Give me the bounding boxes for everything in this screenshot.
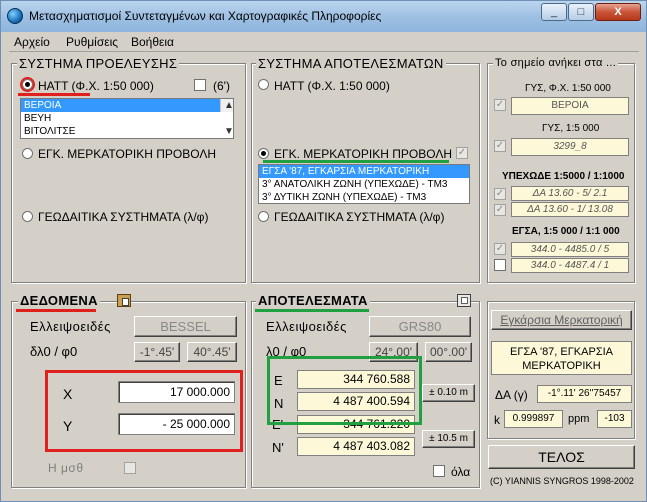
gys5-checkbox[interactable]: ✓ [494,140,506,152]
window-title: Μετασχηματισμοί Συντεταγμένων και Χαρτογ… [29,9,382,23]
dg-field: -1°.11' 26''75457 [537,385,632,403]
source-geo-label: ΓΕΩΔΑΙΤΙΚΑ ΣΥΣΤΗΜΑΤΑ (λ/φ) [38,210,209,224]
list-item[interactable]: 3° ΔΥΤΙΚΗ ΖΩΝΗ (ΥΠΕΧΩΔΕ) - ΤΜ3 [259,191,469,203]
data-ellipsoid-label: Ελλειψοειδές [30,319,111,334]
green-highlight-box [267,356,422,425]
accuracy-button-1[interactable]: ± 0.10 m [422,384,475,402]
six-minute-checkbox[interactable] [194,79,206,91]
green-underline [255,309,369,312]
data-ellipsoid-button[interactable]: BESSEL [134,316,237,337]
source-system-title: ΣΥΣΤΗΜΑ ΠΡΟΕΛΕΥΣΗΣ [17,56,180,71]
globe-icon [7,8,23,24]
all-label: όλα [451,465,471,479]
list-item[interactable]: ΕΓΣΑ '87, ΕΓΚΑΡΣΙΑ ΜΕΡΚΑΤΟΡΙΚΗ [259,165,469,178]
egsa-label: ΕΓΣΑ, 1:5 000 / 1:1 000 [512,226,620,237]
h-checkbox[interactable] [124,462,136,474]
ypexode-checkbox-2[interactable]: ✓ [494,204,506,216]
red-underline [16,309,96,312]
data-dl-label: δλ0 / φ0 [30,344,78,359]
x-label: X [63,386,73,402]
ppm-field: -103 [597,410,632,428]
menu-settings[interactable]: Ρυθμίσεις [66,35,118,49]
exit-button[interactable]: ΤΕΛΟΣ [488,445,635,469]
menu-bar: Αρχείο Ρυθμίσεις Βοήθεια [9,32,639,52]
k-label: k [494,413,500,427]
ypexode-field-1: ΔΑ 13.60 - 5/ 2.1 [511,186,629,201]
minimize-button[interactable]: _ [541,3,567,21]
gys50-checkbox[interactable]: ✓ [494,99,506,111]
source-sheet-list[interactable]: ΒΕΡΟΙΑ ΒΕΥΗ ΒΙΤΟΛΙΤΣΕ ▲ ▼ [20,98,234,139]
ypexode-label: ΥΠΕΧΩΔΕ 1:5000 / 1:1000 [502,171,625,182]
gys5-field: 3299_8 [511,138,629,156]
results-phi-button[interactable]: 00°.00' [425,342,472,362]
menu-help[interactable]: Βοήθεια [131,35,174,49]
list-item[interactable]: ΒΙΤΟΛΙΤΣΕ [21,125,233,138]
results-tm-checkbox[interactable]: ✓ [456,147,468,159]
k-field: 0.999897 [504,410,563,428]
y-input[interactable]: - 25 000.000 [118,413,235,435]
dg-label: ΔΑ (γ) [495,388,528,402]
close-button[interactable]: X [595,3,641,21]
results-tm-label: ΕΓΚ. ΜΕΡΚΑΤΟΡΙΚΗ ΠΡΟΒΟΛΗ [274,147,453,161]
list-item[interactable]: ΒΕΥΗ [21,112,233,125]
y-label: Y [63,418,73,434]
egsa-field-1: 344.0 - 4485.0 / 5 [511,242,629,257]
results-system-title: ΣΥΣΤΗΜΑ ΑΠΟΤΕΛΕΣΜΑΤΩΝ [256,56,446,71]
red-underline [18,93,90,96]
source-tm-label: ΕΓΚ. ΜΕΡΚΑΤΟΡΙΚΗ ΠΡΟΒΟΛΗ [38,147,217,161]
egsa-checkbox-1[interactable]: ✓ [494,243,506,255]
green-underline [263,160,449,163]
source-system-panel [11,63,246,283]
n2-label: N' [272,440,284,455]
list-item[interactable]: 3° ΑΝΑΤΟΛΙΚΗ ΖΩΝΗ (ΥΠΕΧΩΔΕ) - ΤΜ3 [259,178,469,191]
list-item[interactable]: ΒΕΡΟΙΑ [21,99,233,112]
tm-button[interactable]: Εγκάρσια Μερκατορική [491,310,632,330]
data-title: ΔΕΔΟΜΕΝΑ [18,293,100,308]
source-geo-radio[interactable] [22,211,33,222]
h-label: Η μσθ [48,461,84,475]
all-checkbox[interactable] [433,465,445,477]
maximize-button[interactable]: □ [568,3,594,21]
results-ellipsoid-label: Ελλειψοειδές [266,319,347,334]
gys50-label: ΓΥΣ, Φ.Χ. 1:50 000 [525,83,611,94]
x-input[interactable]: 17 000.000 [118,381,235,403]
copy-icon[interactable] [457,294,471,307]
ppm-label: ppm [568,413,590,425]
belongs-title: Το σημείο ανήκει στα ... [493,57,619,69]
six-minute-label: (6') [213,79,230,93]
results-tm-list[interactable]: ΕΓΣΑ '87, ΕΓΚΑΡΣΙΑ ΜΕΡΚΑΤΟΡΙΚΗ 3° ΑΝΑΤΟΛ… [258,164,470,204]
source-hatt-label: ΗΑΤΤ (Φ.Χ. 1:50 000) [38,79,154,93]
data-dl-button[interactable]: -1°.45' [134,342,180,362]
egsa-checkbox-2[interactable] [494,259,506,271]
results-ellipsoid-button[interactable]: GRS80 [369,316,471,337]
list-scrollbar[interactable]: ▲ ▼ [220,99,233,137]
data-phi-button[interactable]: 40°.45' [187,342,237,362]
menu-file[interactable]: Αρχείο [14,35,50,49]
copyright-text: (C) YIANNIS SYNGROS 1998-2002 [490,476,634,486]
tm-projection-field: ΕΓΣΑ '87, ΕΓΚΑΡΣΙΑ ΜΕΡΚΑΤΟΡΙΚΗ [491,341,632,375]
ypexode-field-2: ΔΑ 13.60 - 1/ 13.08 [511,202,629,217]
results-title: ΑΠΟΤΕΛΕΣΜΑΤΑ [256,293,370,308]
results-tm-radio[interactable] [258,148,269,159]
n2-field: 4 487 403.082 [297,437,415,456]
source-tm-radio[interactable] [22,148,33,159]
app-window: Μετασχηματισμοί Συντεταγμένων και Χαρτογ… [0,0,647,502]
results-geo-radio[interactable] [258,211,269,222]
gys5-label: ΓΥΣ, 1:5 000 [542,123,600,134]
gys50-field: ΒΕΡΟΙΑ [511,97,629,115]
results-geo-label: ΓΕΩΔΑΙΤΙΚΑ ΣΥΣΤΗΜΑΤΑ (λ/φ) [274,210,445,224]
egsa-field-2: 344.0 - 4487.4 / 1 [511,258,629,273]
results-hatt-radio[interactable] [258,79,269,90]
accuracy-button-2[interactable]: ± 10.5 m [422,430,475,448]
ypexode-checkbox-1[interactable]: ✓ [494,188,506,200]
paste-icon[interactable] [117,294,131,307]
red-highlight-circle [20,77,35,92]
results-hatt-label: ΗΑΤΤ (Φ.Χ. 1:50 000) [274,79,390,93]
title-bar[interactable]: Μετασχηματισμοί Συντεταγμένων και Χαρτογ… [1,1,646,32]
